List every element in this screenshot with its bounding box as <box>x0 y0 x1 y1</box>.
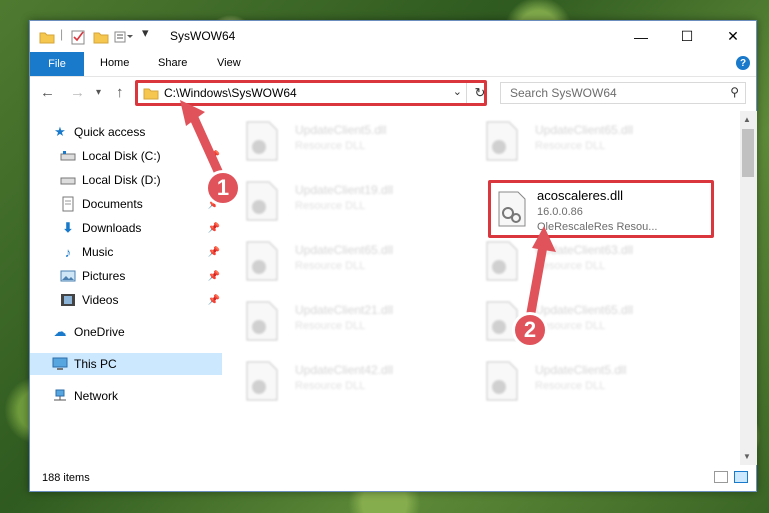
callout-badge-2: 2 <box>512 312 548 348</box>
annotation-arrows <box>180 100 556 323</box>
callout-badge-1: 1 <box>205 170 241 206</box>
